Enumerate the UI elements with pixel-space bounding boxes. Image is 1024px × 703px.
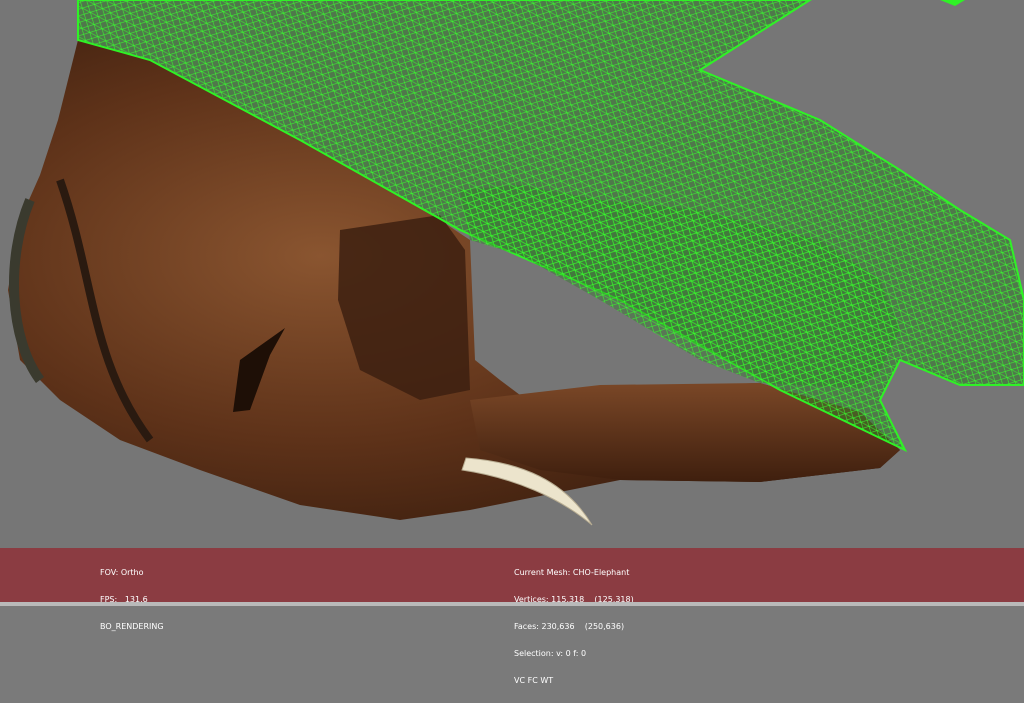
selection-readout: Selection: v: 0 f: 0 (514, 649, 587, 658)
mesh-flags-readout: VC FC WT (514, 676, 554, 685)
mesh-info: Current Mesh: CHO-Elephant Vertices: 115… (514, 550, 634, 703)
faces-readout: Faces: 230,636 (250,636) (514, 622, 625, 631)
render-mode-readout: BO_RENDERING (100, 622, 164, 631)
fov-readout: FOV: Ortho (100, 568, 144, 577)
render-info: FOV: Ortho FPS: 131.6 BO_RENDERING (100, 550, 164, 649)
current-mesh-readout: Current Mesh: CHO-Elephant (514, 568, 630, 577)
mesh-render[interactable] (0, 0, 1024, 548)
3d-viewport[interactable] (0, 0, 1024, 548)
window-bottom-edge (0, 602, 1024, 606)
status-bar: FOV: Ortho FPS: 131.6 BO_RENDERING Curre… (0, 548, 1024, 685)
wireframe-fragment (940, 0, 965, 6)
